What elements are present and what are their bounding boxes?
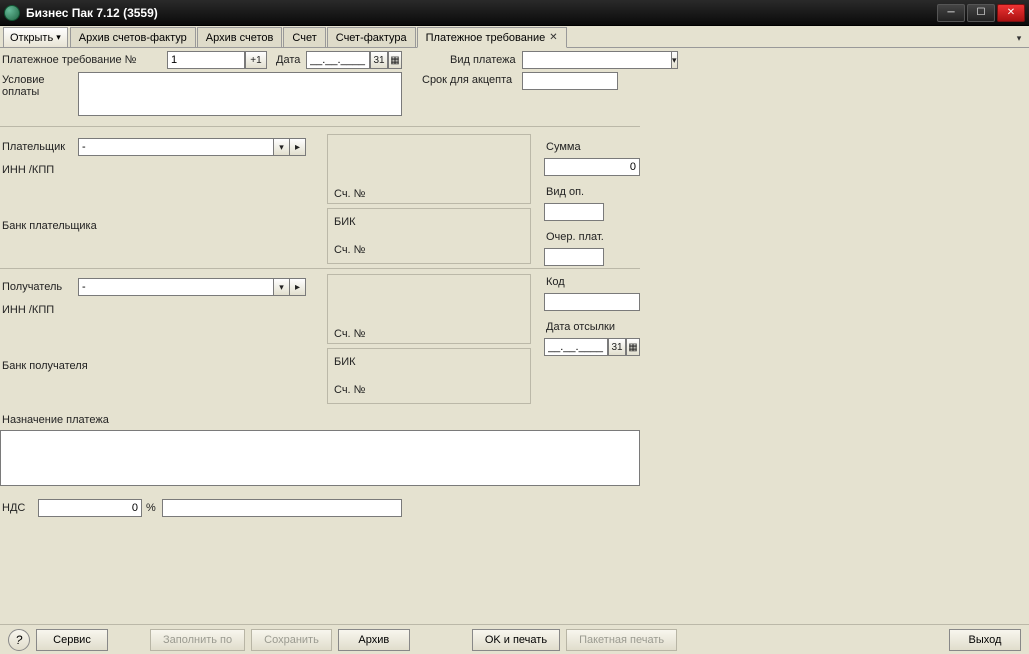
payee-bank-label: Банк получателя — [2, 360, 88, 372]
payee-label: Получатель — [2, 281, 62, 293]
vat-label: НДС — [2, 502, 25, 514]
tab-label: Счет-фактура — [336, 32, 407, 44]
accept-period-input[interactable] — [522, 72, 618, 90]
payer-bank-bik-label: БИК — [334, 216, 356, 228]
maximize-button[interactable]: ☐ — [967, 4, 995, 22]
payer-combo[interactable]: ▾ ▸ — [78, 138, 306, 156]
chevron-down-icon[interactable]: ▾ — [274, 278, 290, 296]
send-date-label: Дата отсылки — [546, 321, 615, 333]
payee-acct-label: Сч. № — [334, 328, 365, 340]
date-label: Дата — [276, 54, 300, 66]
ok-print-button[interactable]: OK и печать — [472, 629, 560, 651]
tab-bar: Открыть Архив счетов-фактур Архив счетов… — [0, 26, 1029, 48]
help-button[interactable]: ? — [8, 629, 30, 651]
vat-percent-label: % — [146, 502, 156, 514]
chevron-down-icon[interactable]: ▾ — [672, 51, 678, 69]
tab-accounts-archive[interactable]: Архив счетов — [197, 27, 283, 47]
terms-label: Условие оплаты — [2, 74, 54, 98]
date-input[interactable] — [306, 51, 370, 69]
payer-go-icon[interactable]: ▸ — [290, 138, 306, 156]
date-picker-icon[interactable]: ▦ — [388, 51, 402, 69]
exit-button[interactable]: Выход — [949, 629, 1021, 651]
payer-label: Плательщик — [2, 141, 65, 153]
vat-rate-input[interactable] — [38, 499, 142, 517]
sum-input[interactable] — [544, 158, 640, 176]
terms-textarea[interactable] — [78, 72, 402, 116]
tab-invoice-archive[interactable]: Архив счетов-фактур — [70, 27, 196, 47]
tab-payment-request[interactable]: Платежное требование ✕ — [417, 27, 567, 48]
accept-period-label: Срок для акцепта — [422, 74, 512, 86]
vat-amount-input[interactable] — [162, 499, 402, 517]
payee-input[interactable] — [78, 278, 274, 296]
save-button[interactable]: Сохранить — [251, 629, 332, 651]
archive-button[interactable]: Архив — [338, 629, 410, 651]
tab-account[interactable]: Счет — [283, 27, 325, 47]
purpose-label: Назначение платежа — [2, 414, 109, 426]
service-button[interactable]: Сервис — [36, 629, 108, 651]
payment-kind-combo[interactable]: ▾ — [522, 51, 618, 69]
minimize-button[interactable]: ─ — [937, 4, 965, 22]
payment-order-input[interactable] — [544, 248, 604, 266]
tab-close-icon[interactable]: ✕ — [549, 32, 557, 43]
payment-kind-label: Вид платежа — [450, 54, 516, 66]
doc-number-increment-button[interactable]: +1 — [245, 51, 267, 69]
send-date-picker-icon[interactable]: ▦ — [626, 338, 640, 356]
sum-label: Сумма — [546, 141, 581, 153]
date-day-button[interactable]: 31 — [370, 51, 388, 69]
payer-bank-acct-label: Сч. № — [334, 244, 365, 256]
fill-by-button[interactable]: Заполнить по — [150, 629, 245, 651]
payee-go-icon[interactable]: ▸ — [290, 278, 306, 296]
tab-label: Счет — [292, 32, 316, 44]
payee-inn-label: ИНН /КПП — [2, 304, 54, 316]
batch-print-button[interactable]: Пакетная печать — [566, 629, 677, 651]
window-title: Бизнес Пак 7.12 (3559) — [26, 6, 937, 20]
chevron-down-icon[interactable]: ▾ — [274, 138, 290, 156]
payment-order-label: Очер. плат. — [546, 231, 604, 243]
doc-number-label: Платежное требование № — [2, 54, 136, 66]
code-input[interactable] — [544, 293, 640, 311]
tab-overflow-icon[interactable]: ▾ — [1012, 29, 1026, 47]
payee-bank-bik-label: БИК — [334, 356, 356, 368]
tab-label: Архив счетов — [206, 32, 274, 44]
payer-input[interactable] — [78, 138, 274, 156]
code-label: Код — [546, 276, 565, 288]
operation-kind-label: Вид оп. — [546, 186, 584, 198]
doc-number-input[interactable] — [167, 51, 245, 69]
tab-label: Платежное требование — [426, 32, 546, 44]
purpose-textarea[interactable] — [0, 430, 640, 486]
open-dropdown-button[interactable]: Открыть — [3, 27, 68, 47]
send-date-input[interactable] — [544, 338, 608, 356]
payment-kind-input[interactable] — [522, 51, 672, 69]
tab-label: Архив счетов-фактур — [79, 32, 187, 44]
payer-bank-label: Банк плательщика — [2, 220, 97, 232]
app-icon — [4, 5, 20, 21]
operation-kind-input[interactable] — [544, 203, 604, 221]
send-date-day-button[interactable]: 31 — [608, 338, 626, 356]
payer-inn-label: ИНН /КПП — [2, 164, 54, 176]
payer-acct-label: Сч. № — [334, 188, 365, 200]
payee-bank-acct-label: Сч. № — [334, 384, 365, 396]
tab-invoice[interactable]: Счет-фактура — [327, 27, 416, 47]
close-button[interactable]: ✕ — [997, 4, 1025, 22]
payee-combo[interactable]: ▾ ▸ — [78, 278, 306, 296]
